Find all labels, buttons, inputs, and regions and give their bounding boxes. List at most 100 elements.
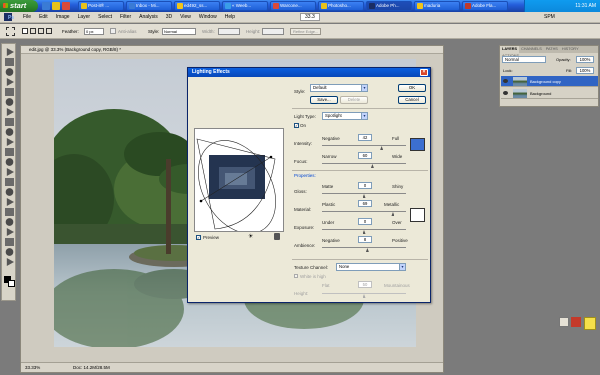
ok-button[interactable]: OK bbox=[398, 84, 426, 92]
pen-tool-icon[interactable] bbox=[5, 188, 14, 196]
focus-slider-thumb[interactable] bbox=[370, 164, 374, 168]
height-input[interactable]: 50 bbox=[358, 281, 372, 288]
background-color-swatch[interactable] bbox=[8, 280, 15, 287]
layer-row[interactable]: Background copy bbox=[501, 76, 598, 87]
material-input[interactable]: 69 bbox=[358, 200, 372, 207]
style-select[interactable]: Default ▼ bbox=[310, 84, 368, 92]
workspace-switcher[interactable]: SPM bbox=[540, 12, 559, 23]
intensity-slider-track[interactable] bbox=[322, 145, 406, 146]
ambience-color-swatch[interactable] bbox=[410, 208, 425, 222]
post-it-note-icon[interactable] bbox=[584, 317, 596, 330]
start-button[interactable]: start bbox=[0, 0, 38, 12]
height-slider-track[interactable] bbox=[322, 293, 406, 294]
taskbar-button[interactable]: Warcone... bbox=[270, 1, 316, 11]
menu-3d[interactable]: 3D bbox=[162, 12, 176, 23]
move-tool-icon[interactable] bbox=[6, 48, 14, 56]
taskbar-button[interactable]: Adobe Ph... bbox=[366, 1, 412, 11]
height-slider-thumb[interactable] bbox=[362, 294, 366, 298]
exposure-slider-thumb[interactable] bbox=[362, 230, 366, 234]
light-on-checkbox[interactable]: ✓ bbox=[294, 123, 299, 128]
tab-paths[interactable]: PATHS bbox=[544, 46, 560, 53]
eye-icon[interactable] bbox=[503, 79, 508, 83]
taskbar-button[interactable]: « Weeb... bbox=[222, 1, 268, 11]
focus-slider-track[interactable] bbox=[322, 163, 406, 164]
exposure-input[interactable]: 0 bbox=[358, 218, 372, 225]
gloss-slider-thumb[interactable] bbox=[362, 194, 366, 198]
eye-icon[interactable] bbox=[503, 91, 508, 95]
tab-layers[interactable]: LAYERS bbox=[500, 46, 520, 53]
menu-edit[interactable]: Edit bbox=[35, 12, 52, 23]
gradient-tool-icon[interactable] bbox=[5, 158, 14, 166]
cancel-button[interactable]: Cancel bbox=[398, 96, 426, 104]
taskbar-button[interactable]: ed492_ss... bbox=[174, 1, 220, 11]
menu-analysis[interactable]: Analysis bbox=[135, 12, 162, 23]
path-select-tool-icon[interactable] bbox=[5, 208, 14, 216]
intensity-slider-thumb[interactable] bbox=[380, 146, 384, 150]
trash-icon[interactable] bbox=[274, 233, 280, 240]
3d-orbit-tool-icon[interactable] bbox=[5, 238, 14, 246]
folder-icon[interactable] bbox=[52, 2, 60, 10]
exposure-slider-track[interactable] bbox=[322, 229, 406, 230]
style-select[interactable]: Normal bbox=[162, 28, 196, 35]
media-icon[interactable] bbox=[62, 2, 70, 10]
light-color-swatch[interactable] bbox=[410, 138, 425, 151]
menu-file[interactable]: File bbox=[19, 12, 35, 23]
intensity-input[interactable]: 42 bbox=[358, 134, 372, 141]
light-bulb-icon[interactable]: ☀ bbox=[248, 233, 253, 240]
menu-select[interactable]: Select bbox=[94, 12, 116, 23]
clone-stamp-tool-icon[interactable] bbox=[5, 128, 14, 136]
zoom-level[interactable]: 33.3 bbox=[300, 13, 320, 21]
taskbar-button[interactable]: Inbox - Mi... bbox=[126, 1, 172, 11]
adobe-icon[interactable] bbox=[571, 317, 581, 327]
close-icon[interactable]: × bbox=[420, 69, 428, 76]
taskbar-button[interactable]: Post-it® ... bbox=[78, 1, 124, 11]
lasso-tool-icon[interactable] bbox=[5, 68, 14, 76]
document-tab[interactable]: edit.jpg @ 33.3% (Background copy, RGB/8… bbox=[21, 46, 443, 54]
shape-tool-icon[interactable] bbox=[5, 218, 14, 226]
history-brush-tool-icon[interactable] bbox=[6, 138, 14, 146]
blur-tool-icon[interactable] bbox=[6, 168, 14, 176]
height-input[interactable] bbox=[262, 28, 284, 35]
eyedropper-tool-icon[interactable] bbox=[5, 98, 14, 106]
selection-mode-icons[interactable] bbox=[22, 27, 52, 36]
zoom-tool-icon[interactable] bbox=[6, 258, 14, 266]
crop-tool-icon[interactable] bbox=[5, 88, 14, 96]
notepad-icon[interactable] bbox=[559, 317, 569, 327]
menu-filter[interactable]: Filter bbox=[116, 12, 135, 23]
3d-rotate-tool-icon[interactable] bbox=[6, 228, 14, 236]
marquee-tool-icon[interactable] bbox=[5, 58, 14, 66]
menu-view[interactable]: View bbox=[176, 12, 195, 23]
width-input[interactable] bbox=[218, 28, 240, 35]
preview-checkbox[interactable]: ✓ bbox=[196, 235, 201, 240]
brush-tool-icon[interactable] bbox=[5, 118, 14, 126]
taskbar-button[interactable]: Adobe Fla... bbox=[462, 1, 508, 11]
feather-input[interactable]: 0 px bbox=[84, 28, 104, 35]
layer-row[interactable]: Background bbox=[501, 88, 598, 99]
delete-button[interactable]: Delete bbox=[340, 96, 368, 104]
menu-layer[interactable]: Layer bbox=[74, 12, 95, 23]
ambience-input[interactable]: 8 bbox=[358, 236, 372, 243]
ie-icon[interactable] bbox=[42, 2, 50, 10]
white-high-checkbox[interactable] bbox=[294, 274, 298, 278]
light-type-select[interactable]: Spotlight ▼ bbox=[322, 112, 368, 120]
healing-tool-icon[interactable] bbox=[6, 108, 14, 116]
menu-window[interactable]: Window bbox=[195, 12, 221, 23]
gloss-slider-track[interactable] bbox=[322, 193, 406, 194]
light-preview[interactable] bbox=[194, 128, 284, 234]
dodge-tool-icon[interactable] bbox=[5, 178, 14, 186]
save-button[interactable]: Save... bbox=[310, 96, 338, 104]
tab-channels[interactable]: CHANNELS bbox=[519, 46, 544, 53]
fill-input[interactable]: 100% bbox=[576, 67, 594, 74]
hand-tool-icon[interactable] bbox=[5, 248, 14, 256]
refine-edge-button[interactable]: Refine Edge... bbox=[290, 28, 322, 35]
taskbar-button[interactable]: Photosho... bbox=[318, 1, 364, 11]
texture-channel-select[interactable]: None ▼ bbox=[336, 263, 406, 271]
eraser-tool-icon[interactable] bbox=[5, 148, 14, 156]
marquee-tool-icon[interactable] bbox=[6, 27, 15, 36]
antialias-checkbox[interactable] bbox=[110, 28, 116, 34]
material-slider-track[interactable] bbox=[322, 211, 406, 212]
opacity-input[interactable]: 100% bbox=[576, 56, 594, 63]
material-slider-thumb[interactable] bbox=[391, 212, 395, 216]
ambience-slider-track[interactable] bbox=[322, 247, 406, 248]
ambience-slider-thumb[interactable] bbox=[365, 248, 369, 252]
